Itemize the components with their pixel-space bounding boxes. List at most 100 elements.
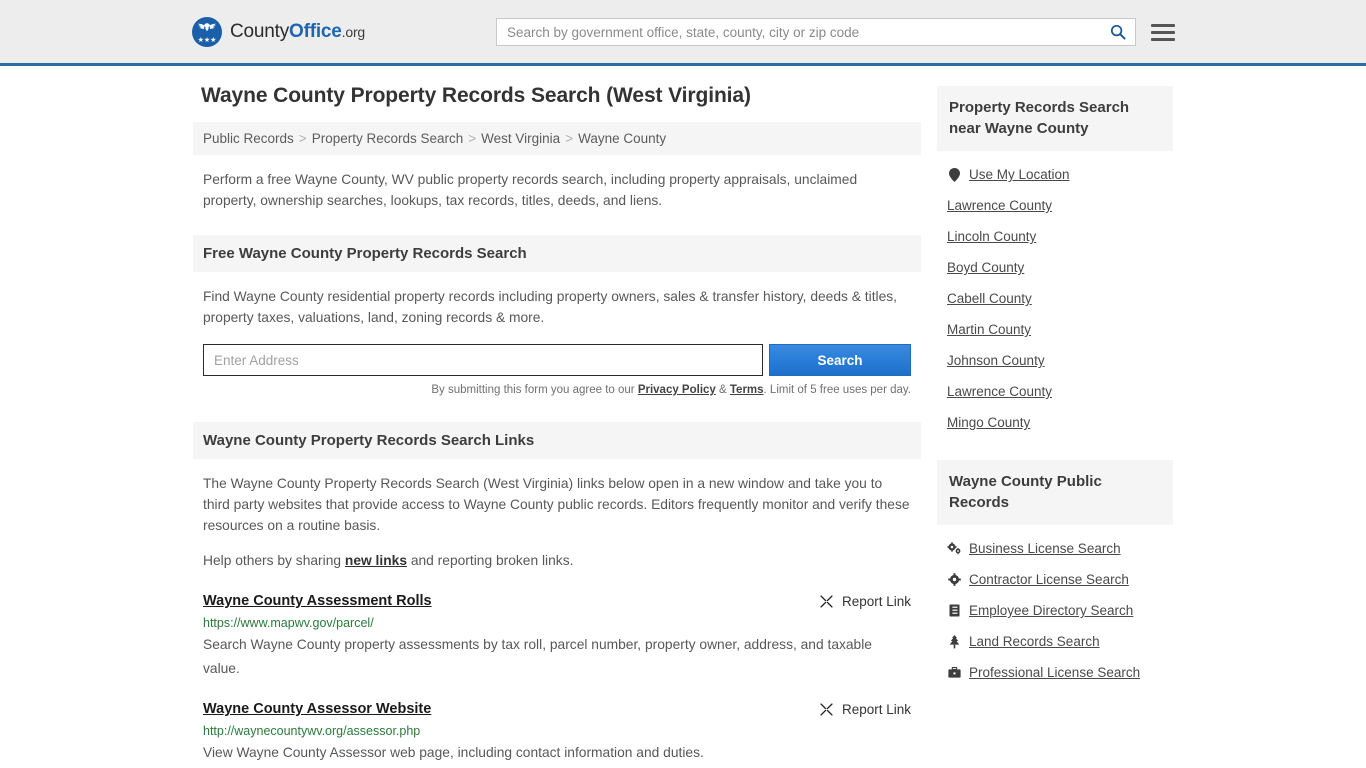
sidebar-item-label[interactable]: Business License Search [969, 541, 1121, 556]
report-link-label: Report Link [842, 594, 911, 609]
sidebar-item-label[interactable]: Land Records Search [969, 634, 1100, 649]
link-entry-header: Wayne County Assessment Rolls Report Lin… [203, 593, 911, 609]
breadcrumb-item-public-records[interactable]: Public Records [203, 131, 294, 146]
broken-link-icon [819, 702, 834, 717]
breadcrumb-item-west-virginia[interactable]: West Virginia [481, 131, 560, 146]
breadcrumb-item-wayne-county[interactable]: Wayne County [578, 131, 666, 146]
form-disclaimer: By submitting this form you agree to our… [193, 384, 921, 396]
address-input[interactable] [203, 344, 763, 376]
page-body: Wayne County Property Records Search (We… [0, 66, 1366, 768]
breadcrumb-separator: > [468, 131, 476, 146]
link-entry: Wayne County Assessment Rolls Report Lin… [193, 593, 921, 681]
link-entry-url[interactable]: http://waynecountywv.org/assessor.php [203, 724, 911, 738]
sidebar-nearby-list: Use My Location Lawrence County Lincoln … [937, 151, 1173, 438]
sidebar-item-label[interactable]: Johnson County [947, 353, 1045, 368]
sidebar-item-lawrence-county-2[interactable]: Lawrence County [947, 376, 1173, 407]
sidebar-item-johnson-county[interactable]: Johnson County [947, 345, 1173, 376]
page-title: Wayne County Property Records Search (We… [201, 84, 921, 108]
sidebar-item-mingo-county[interactable]: Mingo County [947, 407, 1173, 438]
links-section-paragraph: The Wayne County Property Records Search… [193, 473, 921, 536]
breadcrumb: Public Records > Property Records Search > W… [193, 122, 921, 155]
free-search-heading: Free Wayne County Property Records Searc… [193, 235, 921, 272]
address-search-form: Search [193, 344, 921, 376]
sidebar-item-label[interactable]: Lincoln County [947, 229, 1036, 244]
three-stars-glyph: ★★★ [192, 37, 222, 44]
disclaimer-amp: & [716, 384, 730, 396]
disclaimer-suffix: . Limit of 5 free uses per day. [764, 384, 911, 396]
hamburger-bar [1151, 38, 1175, 41]
disclaimer-prefix: By submitting this form you agree to our [431, 384, 637, 396]
sidebar-item-professional-license-search[interactable]: Professional License Search [947, 657, 1173, 688]
breadcrumb-separator: > [299, 131, 307, 146]
breadcrumb-item-property-records-search[interactable]: Property Records Search [312, 131, 464, 146]
sidebar-item-lawrence-county[interactable]: Lawrence County [947, 190, 1173, 221]
hamburger-bar [1151, 24, 1175, 27]
sidebar-item-martin-county[interactable]: Martin County [947, 314, 1173, 345]
sidebar-item-land-records-search[interactable]: Land Records Search [947, 626, 1173, 657]
sidebar-item-label[interactable]: Contractor License Search [969, 572, 1129, 587]
sidebar-item-label[interactable]: Lawrence County [947, 384, 1052, 399]
sidebar-item-cabell-county[interactable]: Cabell County [947, 283, 1173, 314]
link-entry: Wayne County Assessor Website Report Lin… [193, 701, 921, 765]
sidebar-item-label[interactable]: Martin County [947, 322, 1031, 337]
sidebar: Property Records Search near Wayne Count… [937, 84, 1173, 768]
sidebar-nearby-heading: Property Records Search near Wayne Count… [937, 86, 1173, 151]
address-search-button[interactable]: Search [769, 344, 911, 376]
sidebar-item-employee-directory-search[interactable]: Employee Directory Search [947, 595, 1173, 626]
tree-icon [947, 635, 961, 649]
site-logo[interactable]: ★★★ CountyOffice.org [192, 17, 365, 47]
help-suffix: and reporting broken links. [407, 553, 573, 568]
terms-link[interactable]: Terms [730, 384, 764, 396]
sidebar-item-use-my-location[interactable]: Use My Location [947, 159, 1173, 190]
link-entry-url[interactable]: https://www.mapwv.gov/parcel/ [203, 616, 911, 630]
briefcase-icon [947, 666, 961, 680]
header-search-bar[interactable] [496, 18, 1136, 46]
breadcrumb-separator: > [565, 131, 573, 146]
eagle-seal-icon: ★★★ [192, 17, 222, 47]
id-card-icon [947, 604, 961, 618]
sidebar-item-label[interactable]: Boyd County [947, 260, 1024, 275]
cogs-icon [947, 542, 961, 556]
sidebar-item-business-license-search[interactable]: Business License Search [947, 533, 1173, 564]
links-help-text: Help others by sharing new links and rep… [193, 550, 921, 571]
link-entry-title[interactable]: Wayne County Assessment Rolls [203, 593, 432, 609]
sidebar-item-label[interactable]: Professional License Search [969, 665, 1140, 680]
report-link-button[interactable]: Report Link [819, 593, 911, 609]
search-input[interactable] [497, 19, 1101, 45]
sidebar-item-lincoln-county[interactable]: Lincoln County [947, 221, 1173, 252]
content-container: Wayne County Property Records Search (We… [193, 66, 1173, 768]
sidebar-item-boyd-county[interactable]: Boyd County [947, 252, 1173, 283]
logo-wordmark: CountyOffice.org [230, 21, 365, 43]
eagle-glyph [192, 20, 222, 36]
sidebar-item-label[interactable]: Use My Location [969, 167, 1070, 182]
main-column: Wayne County Property Records Search (We… [193, 84, 921, 768]
links-section-heading: Wayne County Property Records Search Lin… [193, 422, 921, 459]
search-icon [1110, 24, 1126, 40]
search-submit-button[interactable] [1101, 19, 1135, 45]
privacy-policy-link[interactable]: Privacy Policy [638, 384, 716, 396]
link-entry-header: Wayne County Assessor Website Report Lin… [203, 701, 911, 717]
report-link-label: Report Link [842, 702, 911, 717]
report-link-button[interactable]: Report Link [819, 701, 911, 717]
hamburger-menu-icon[interactable] [1151, 20, 1175, 44]
sidebar-item-label[interactable]: Lawrence County [947, 198, 1052, 213]
link-entry-description: View Wayne County Assessor web page, inc… [203, 741, 911, 765]
page-intro-text: Perform a free Wayne County, WV public p… [193, 169, 921, 211]
sidebar-public-records-list: Business License Search [937, 525, 1173, 688]
sidebar-item-label[interactable]: Cabell County [947, 291, 1032, 306]
sidebar-item-label[interactable]: Mingo County [947, 415, 1030, 430]
sidebar-card-public-records: Wayne County Public Records [937, 460, 1173, 688]
sidebar-item-label[interactable]: Employee Directory Search [969, 603, 1133, 618]
broken-link-icon [819, 594, 834, 609]
map-pin-icon [947, 168, 961, 182]
sidebar-item-contractor-license-search[interactable]: Contractor License Search [947, 564, 1173, 595]
logo-tld: .org [342, 24, 365, 40]
logo-part1: County [230, 21, 289, 42]
sidebar-card-nearby: Property Records Search near Wayne Count… [937, 86, 1173, 438]
logo-part2: Office [289, 21, 342, 42]
hamburger-bar [1151, 31, 1175, 34]
help-prefix: Help others by sharing [203, 553, 345, 568]
link-entry-title[interactable]: Wayne County Assessor Website [203, 701, 431, 717]
link-entry-description: Search Wayne County property assessments… [203, 633, 911, 681]
new-links-link[interactable]: new links [345, 553, 407, 568]
